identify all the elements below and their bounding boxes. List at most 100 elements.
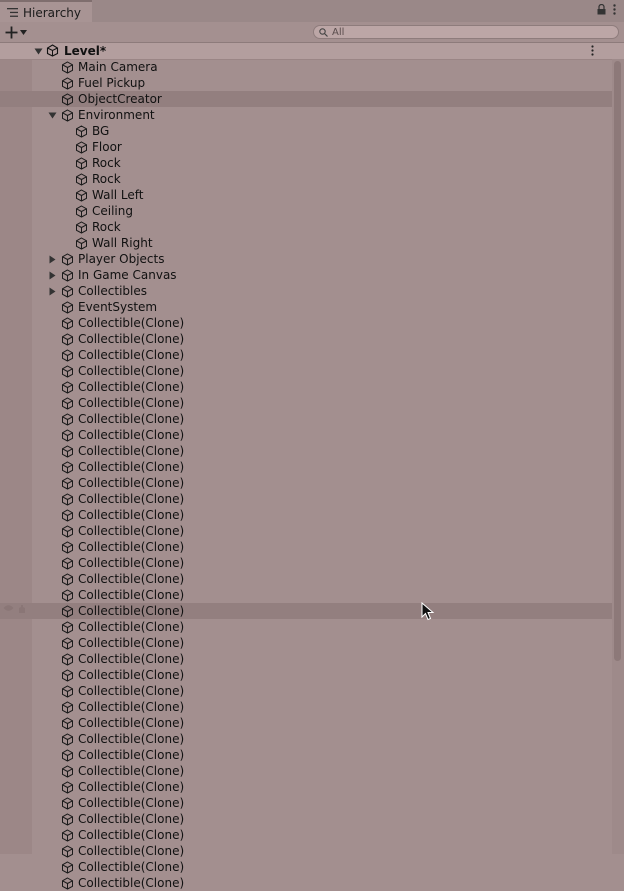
gameobject-cube-icon [62,685,73,698]
hierarchy-item[interactable]: Collectible(Clone) [0,715,612,731]
hierarchy-item[interactable]: EventSystem [0,299,612,315]
gameobject-cube-icon [62,653,73,666]
hierarchy-item-label: Collectible(Clone) [78,636,185,650]
collapse-triangle-icon[interactable] [48,287,57,296]
hierarchy-item[interactable]: Collectible(Clone) [0,843,612,859]
hierarchy-item[interactable]: Collectible(Clone) [0,651,612,667]
gameobject-cube-icon [62,877,73,890]
hierarchy-item[interactable]: Collectible(Clone) [0,315,612,331]
hierarchy-item[interactable]: Collectible(Clone) [0,427,612,443]
hierarchy-item[interactable]: Collectible(Clone) [0,683,612,699]
hierarchy-item[interactable]: Collectible(Clone) [0,363,612,379]
hierarchy-item[interactable]: Environment [0,107,612,123]
hierarchy-item[interactable]: Collectible(Clone) [0,731,612,747]
hierarchy-item-label: Collectible(Clone) [78,556,185,570]
hierarchy-item-label: Collectible(Clone) [78,524,185,538]
gameobject-cube-icon [62,493,73,506]
tab-bar: Hierarchy [0,0,624,23]
search-field[interactable] [313,25,619,39]
scene-row[interactable]: Level* [0,43,612,59]
gameobject-cube-icon [62,477,73,490]
hierarchy-item-label: Collectible(Clone) [78,444,185,458]
scrollbar-thumb[interactable] [614,61,621,661]
hierarchy-item[interactable]: Collectible(Clone) [0,555,612,571]
hierarchy-item-label: Wall Left [92,188,144,202]
hierarchy-item[interactable]: Rock [0,155,612,171]
hierarchy-item[interactable]: Collectible(Clone) [0,395,612,411]
hierarchy-item[interactable]: Collectible(Clone) [0,539,612,555]
gameobject-cube-icon [76,237,87,250]
expand-triangle-icon[interactable] [48,111,57,120]
hierarchy-item[interactable]: Collectible(Clone) [0,347,612,363]
hierarchy-item[interactable]: Collectible(Clone) [0,571,612,587]
hierarchy-item[interactable]: Collectible(Clone) [0,619,612,635]
vertical-scrollbar[interactable] [612,59,624,854]
unity-scene-icon [46,44,59,57]
kebab-menu-icon[interactable] [613,4,616,15]
lock-icon[interactable] [597,4,606,15]
hierarchy-item[interactable]: Collectible(Clone) [0,795,612,811]
gameobject-cube-icon [62,285,73,298]
hierarchy-item[interactable]: Collectible(Clone) [0,491,612,507]
gameobject-cube-icon [76,125,87,138]
hierarchy-item[interactable]: Collectible(Clone) [0,507,612,523]
hierarchy-item[interactable]: BG [0,123,612,139]
hierarchy-item[interactable]: Collectibles [0,283,612,299]
hierarchy-item-label: Collectible(Clone) [78,396,185,410]
hierarchy-item[interactable]: Collectible(Clone) [0,603,612,619]
tab-hierarchy[interactable]: Hierarchy [0,0,92,23]
scene-name: Level* [64,44,107,58]
plus-icon [5,26,18,38]
create-button[interactable] [5,24,27,40]
hierarchy-item[interactable]: Main Camera [0,59,612,75]
hierarchy-item[interactable]: Collectible(Clone) [0,475,612,491]
hierarchy-item[interactable]: Wall Right [0,235,612,251]
visibility-pick-toggles[interactable] [3,604,27,614]
hierarchy-item[interactable]: ObjectCreator [0,91,612,107]
scene-menu-icon[interactable] [591,45,594,56]
hierarchy-item[interactable]: Rock [0,219,612,235]
hierarchy-item-label: Floor [92,140,122,154]
hierarchy-item-label: Rock [92,156,121,170]
hierarchy-item-label: EventSystem [78,300,158,314]
hierarchy-item[interactable]: In Game Canvas [0,267,612,283]
hierarchy-item[interactable]: Floor [0,139,612,155]
hierarchy-item[interactable]: Collectible(Clone) [0,699,612,715]
hierarchy-item[interactable]: Collectible(Clone) [0,443,612,459]
gameobject-cube-icon [76,173,87,186]
hierarchy-item[interactable]: Collectible(Clone) [0,459,612,475]
hierarchy-item[interactable]: Collectible(Clone) [0,523,612,539]
hierarchy-item[interactable]: Collectible(Clone) [0,859,612,875]
hierarchy-item[interactable]: Collectible(Clone) [0,827,612,843]
hierarchy-item-label: Environment [78,108,155,122]
hierarchy-item[interactable]: Collectible(Clone) [0,331,612,347]
gameobject-cube-icon [62,301,73,314]
hierarchy-item-label: Collectible(Clone) [78,588,185,602]
hierarchy-item[interactable]: Collectible(Clone) [0,811,612,827]
hierarchy-item[interactable]: Collectible(Clone) [0,635,612,651]
hierarchy-item[interactable]: Collectible(Clone) [0,747,612,763]
hierarchy-item[interactable]: Collectible(Clone) [0,779,612,795]
hierarchy-item[interactable]: Wall Left [0,187,612,203]
gameobject-cube-icon [76,189,87,202]
hierarchy-item[interactable]: Collectible(Clone) [0,875,612,891]
hierarchy-item[interactable]: Player Objects [0,251,612,267]
hierarchy-item-label: Wall Right [92,236,153,250]
hierarchy-item[interactable]: Ceiling [0,203,612,219]
collapse-triangle-icon[interactable] [48,255,57,264]
hierarchy-item-label: ObjectCreator [78,92,162,106]
search-input[interactable] [328,26,592,38]
collapse-triangle-icon[interactable] [48,271,57,280]
hierarchy-item-label: Collectible(Clone) [78,668,185,682]
expand-triangle-icon[interactable] [34,47,43,56]
hierarchy-item[interactable]: Collectible(Clone) [0,379,612,395]
hand-pick-icon[interactable] [17,604,27,614]
hierarchy-item[interactable]: Collectible(Clone) [0,411,612,427]
hierarchy-item[interactable]: Rock [0,171,612,187]
hierarchy-item[interactable]: Fuel Pickup [0,75,612,91]
hierarchy-item[interactable]: Collectible(Clone) [0,667,612,683]
hierarchy-item[interactable]: Collectible(Clone) [0,763,612,779]
gameobject-cube-icon [62,93,73,106]
hierarchy-item[interactable]: Collectible(Clone) [0,587,612,603]
eye-icon[interactable] [3,604,14,612]
